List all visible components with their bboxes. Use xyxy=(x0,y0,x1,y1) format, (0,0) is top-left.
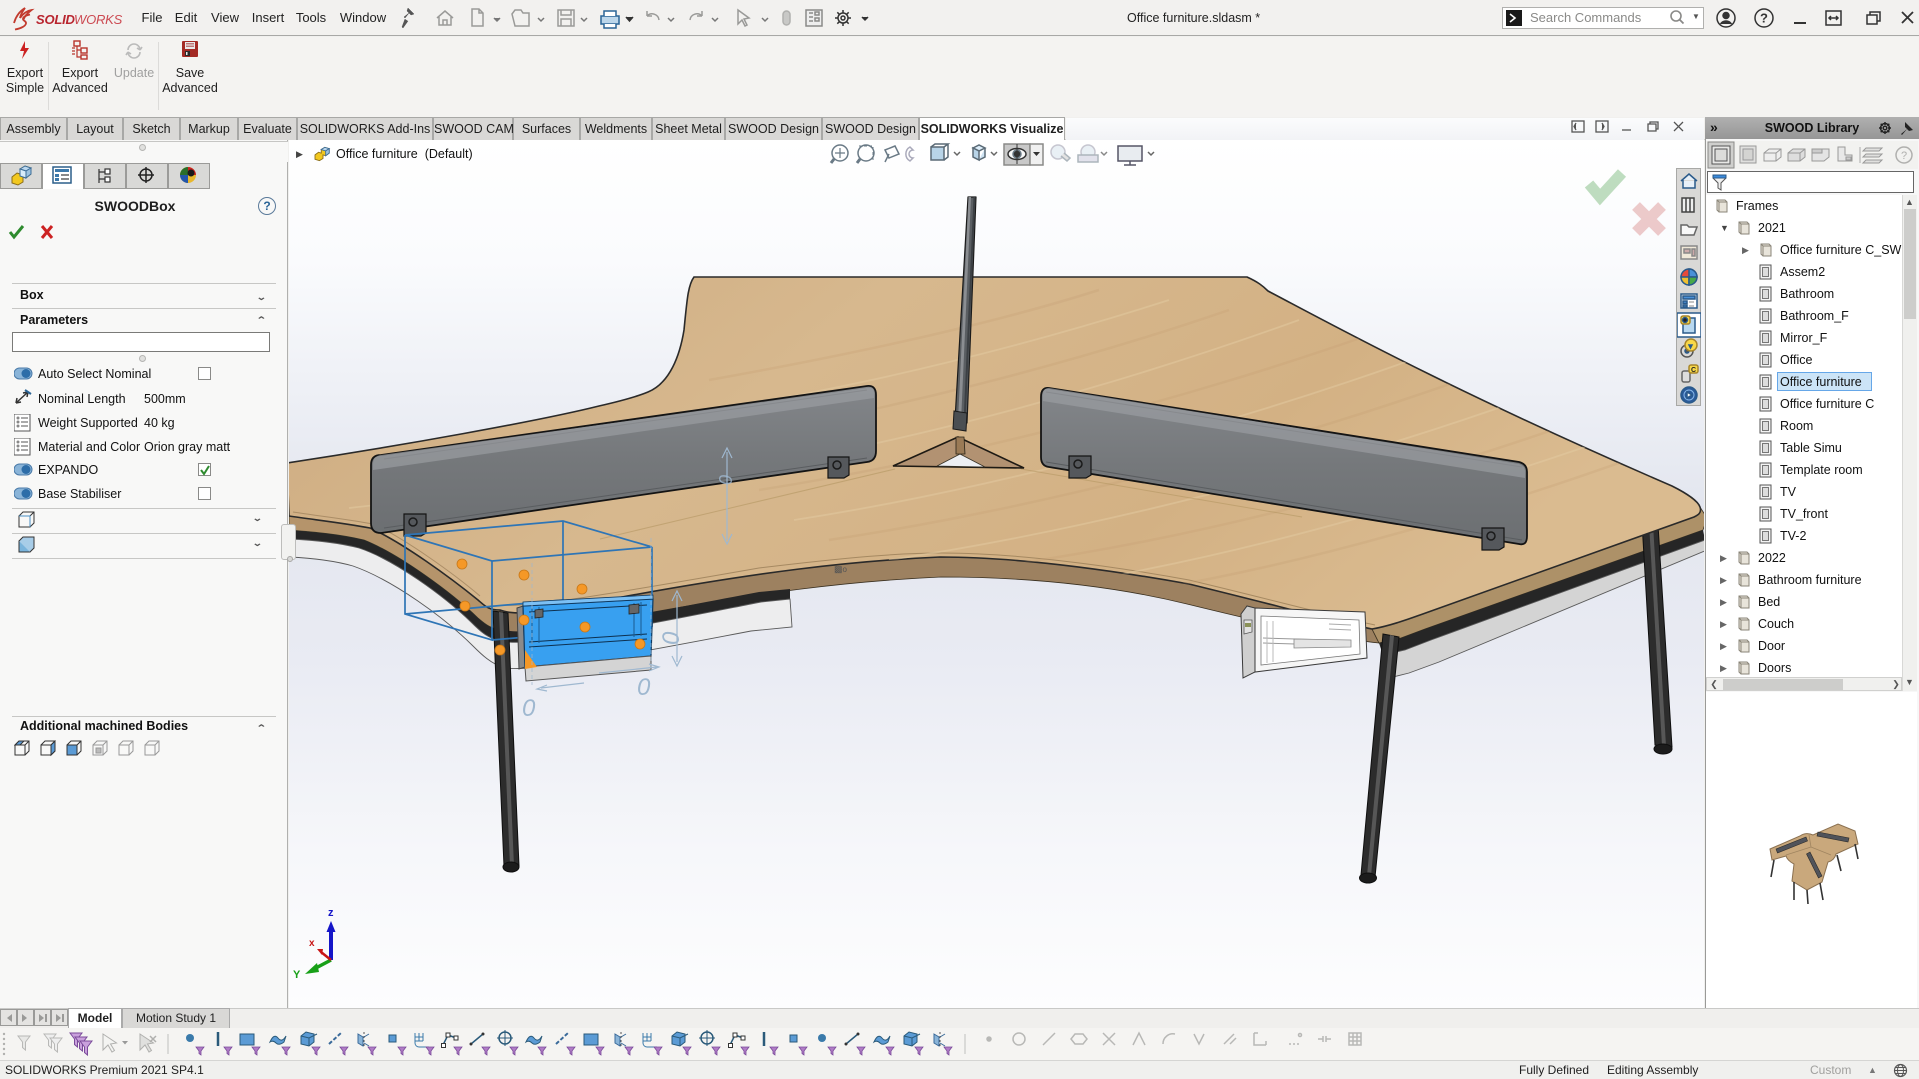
svg-text:0: 0 xyxy=(658,631,685,645)
svg-text:0: 0 xyxy=(637,674,651,701)
svg-text:?: ? xyxy=(1760,11,1768,26)
svg-text:x: x xyxy=(309,938,315,949)
svg-text:▩o: ▩o xyxy=(834,564,848,574)
svg-text:SOLID: SOLID xyxy=(36,12,76,27)
svg-text:0: 0 xyxy=(522,695,536,722)
svg-text:?: ? xyxy=(1901,150,1907,162)
svg-text:WORKS: WORKS xyxy=(74,12,123,27)
svg-text:Y: Y xyxy=(293,969,301,981)
svg-text:0: 0 xyxy=(716,475,736,485)
svg-text:C: C xyxy=(1691,367,1696,374)
svg-text:z: z xyxy=(328,907,334,919)
